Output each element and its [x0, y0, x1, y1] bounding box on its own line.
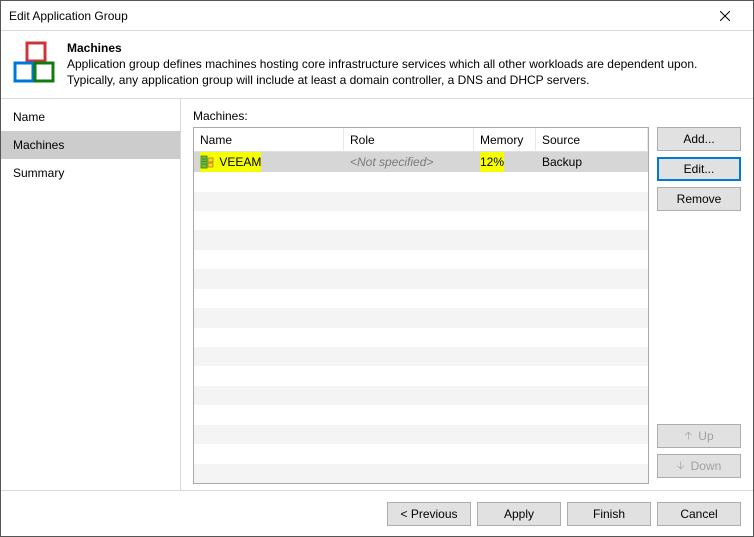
sidebar-item-summary[interactable]: Summary: [1, 159, 180, 187]
header: Machines Application group defines machi…: [1, 31, 753, 99]
machines-label: Machines:: [193, 109, 741, 123]
move-down-label: Down: [691, 459, 722, 473]
titlebar-text: Edit Application Group: [9, 9, 128, 23]
table-empty-row: [194, 464, 648, 483]
footer: < Previous Apply Finish Cancel: [1, 490, 753, 536]
cancel-button[interactable]: Cancel: [657, 502, 741, 526]
close-icon: [720, 11, 730, 21]
move-up-label: Up: [698, 429, 713, 443]
header-title: Machines: [67, 41, 741, 55]
table-body: VEEAM <Not specified> 12% Backup: [194, 152, 648, 483]
col-header-role[interactable]: Role: [344, 128, 474, 151]
table-row[interactable]: VEEAM <Not specified> 12% Backup: [194, 152, 648, 172]
move-down-button: 🡣 Down: [657, 454, 741, 478]
table-empty-row: [194, 172, 648, 191]
sidebar-item-machines[interactable]: Machines: [1, 131, 180, 159]
vm-icon: [200, 155, 214, 169]
col-header-source[interactable]: Source: [536, 128, 648, 151]
finish-button[interactable]: Finish: [567, 502, 651, 526]
cell-name: VEEAM: [194, 152, 344, 172]
table-empty-row: [194, 425, 648, 444]
cell-memory: 12%: [474, 152, 536, 172]
cell-role: <Not specified>: [344, 152, 474, 172]
sidebar-item-name[interactable]: Name: [1, 103, 180, 131]
side-button-column: Add... Edit... Remove 🡡 Up 🡣 Down: [657, 127, 741, 484]
table-empty-row: [194, 192, 648, 211]
machines-table: Name Role Memory Source: [193, 127, 649, 484]
arrow-down-icon: 🡣: [677, 457, 685, 476]
arrow-up-icon: 🡡: [684, 427, 692, 446]
table-empty-row: [194, 308, 648, 327]
col-header-memory[interactable]: Memory: [474, 128, 536, 151]
titlebar: Edit Application Group: [1, 1, 753, 31]
table-empty-row: [194, 347, 648, 366]
header-icon: [13, 41, 57, 85]
table-empty-row: [194, 444, 648, 463]
table-empty-row: [194, 289, 648, 308]
dialog-body: Name Machines Summary Machines: Name Rol…: [1, 99, 753, 490]
table-empty-row: [194, 269, 648, 288]
cell-source: Backup: [536, 152, 648, 172]
col-header-name[interactable]: Name: [194, 128, 344, 151]
header-description: Application group defines machines hosti…: [67, 57, 741, 88]
table-empty-row: [194, 386, 648, 405]
apply-button[interactable]: Apply: [477, 502, 561, 526]
dialog-window: Edit Application Group Machines Applicat…: [0, 0, 754, 537]
edit-button[interactable]: Edit...: [657, 157, 741, 181]
add-button[interactable]: Add...: [657, 127, 741, 151]
table-empty-row: [194, 250, 648, 269]
sidebar: Name Machines Summary: [1, 99, 181, 490]
table-empty-row: [194, 211, 648, 230]
main-panel: Machines: Name Role Memory Source: [181, 99, 753, 490]
move-up-button: 🡡 Up: [657, 424, 741, 448]
table-empty-row: [194, 230, 648, 249]
close-button[interactable]: [705, 2, 745, 30]
previous-button[interactable]: < Previous: [387, 502, 471, 526]
remove-button[interactable]: Remove: [657, 187, 741, 211]
header-text: Machines Application group defines machi…: [67, 41, 741, 88]
table-empty-row: [194, 405, 648, 424]
table-empty-row: [194, 328, 648, 347]
table-empty-row: [194, 366, 648, 385]
cell-name-text: VEEAM: [219, 155, 261, 169]
table-header: Name Role Memory Source: [194, 128, 648, 152]
